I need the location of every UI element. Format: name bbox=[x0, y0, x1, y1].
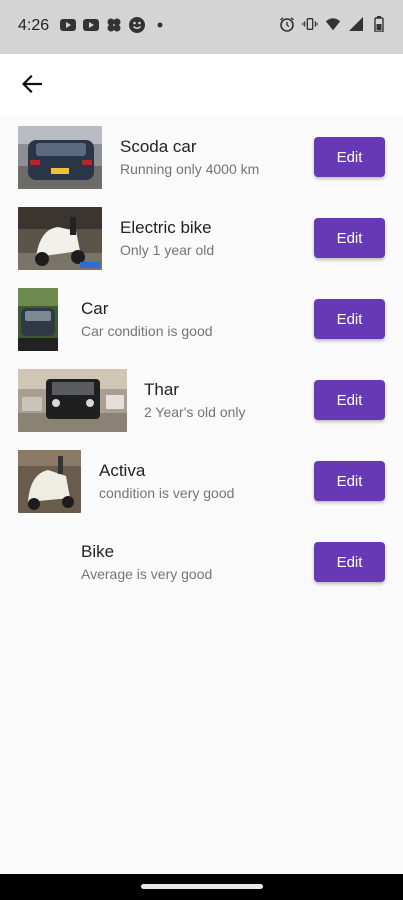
notification-icons bbox=[60, 17, 168, 33]
item-subtitle: Average is very good bbox=[81, 566, 213, 582]
item-thumbnail bbox=[18, 369, 127, 432]
item-text: Scoda car Running only 4000 km bbox=[120, 136, 259, 180]
item-subtitle: Only 1 year old bbox=[120, 242, 215, 258]
item-list: Scoda car Running only 4000 km Edit Elec… bbox=[0, 116, 403, 602]
item-title: Thar bbox=[144, 380, 179, 399]
pinwheel-icon bbox=[106, 17, 122, 33]
item-title: Car bbox=[81, 299, 109, 318]
edit-button[interactable]: Edit bbox=[314, 461, 385, 501]
list-item: Car Car condition is good Edit bbox=[0, 278, 403, 359]
youtube-icon bbox=[83, 17, 99, 33]
navigation-bar bbox=[0, 874, 403, 900]
signal-icon bbox=[348, 16, 364, 32]
list-item: Activa condition is very good Edit bbox=[0, 440, 403, 521]
item-subtitle: condition is very good bbox=[99, 485, 235, 501]
wifi-icon bbox=[325, 16, 341, 32]
status-time: 4:26 bbox=[18, 17, 50, 34]
list-item: Electric bike Only 1 year old Edit bbox=[0, 197, 403, 278]
alarm-icon bbox=[279, 16, 295, 32]
item-thumbnail bbox=[18, 450, 81, 513]
system-icons bbox=[279, 16, 387, 32]
item-text: Activa condition is very good bbox=[99, 460, 234, 504]
edit-button[interactable]: Edit bbox=[314, 380, 385, 420]
item-thumbnail bbox=[18, 288, 58, 351]
smiley-icon bbox=[129, 17, 145, 33]
item-title: Scoda car bbox=[120, 137, 197, 156]
edit-button[interactable]: Edit bbox=[314, 542, 385, 582]
edit-button[interactable]: Edit bbox=[314, 299, 385, 339]
item-subtitle: 2 Year's old only bbox=[144, 404, 246, 420]
gesture-handle[interactable] bbox=[141, 884, 263, 889]
status-bar: 4:26 bbox=[0, 0, 403, 54]
edit-button[interactable]: Edit bbox=[314, 218, 385, 258]
list-item: Scoda car Running only 4000 km Edit bbox=[0, 116, 403, 197]
edit-button[interactable]: Edit bbox=[314, 137, 385, 177]
item-subtitle: Running only 4000 km bbox=[120, 161, 260, 177]
item-subtitle: Car condition is good bbox=[81, 323, 213, 339]
app-bar bbox=[0, 54, 403, 116]
youtube-icon bbox=[60, 17, 76, 33]
list-item: Thar 2 Year's old only Edit bbox=[0, 359, 403, 440]
vibrate-icon bbox=[302, 16, 318, 32]
item-text: Thar 2 Year's old only bbox=[144, 379, 246, 423]
arrow-back-icon bbox=[21, 74, 43, 98]
item-thumbnail bbox=[18, 126, 102, 189]
list-item: Bike Average is very good Edit bbox=[0, 521, 403, 602]
dot-icon bbox=[152, 17, 168, 33]
item-title: Activa bbox=[99, 461, 146, 480]
item-text: Bike Average is very good bbox=[81, 541, 212, 585]
back-button[interactable] bbox=[16, 72, 48, 100]
item-title: Electric bike bbox=[120, 218, 212, 237]
item-title: Bike bbox=[81, 542, 115, 561]
battery-icon bbox=[371, 16, 387, 32]
item-text: Car Car condition is good bbox=[81, 298, 213, 342]
item-text: Electric bike Only 1 year old bbox=[120, 217, 214, 261]
item-thumbnail bbox=[18, 207, 102, 270]
